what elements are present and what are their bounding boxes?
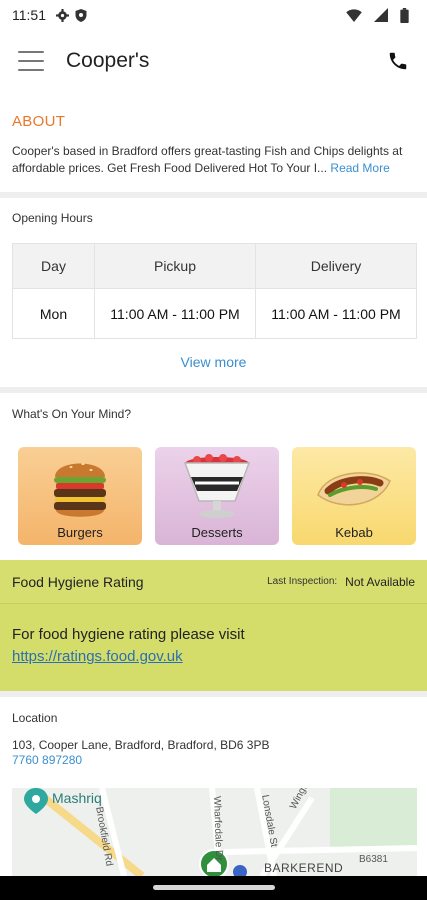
header-pickup: Pickup — [94, 243, 256, 289]
menu-icon[interactable] — [18, 51, 44, 71]
section-divider — [0, 691, 427, 697]
cell-signal-icon — [374, 8, 388, 22]
hygiene-header: Food Hygiene Rating Last Inspection: Not… — [0, 560, 427, 604]
hygiene-rating-link[interactable]: https://ratings.food.gov.uk — [12, 646, 415, 668]
whats-on-your-mind-title: What's On Your Mind? — [12, 407, 132, 421]
wifi-icon — [346, 8, 362, 22]
cell-delivery: 11:00 AM - 11:00 PM — [255, 288, 417, 339]
settings-gear-icon — [56, 8, 69, 22]
section-divider — [0, 387, 427, 393]
read-more-link[interactable]: Read More — [330, 161, 389, 175]
hygiene-text: For food hygiene rating please visit — [12, 626, 245, 643]
category-label: Burgers — [57, 525, 103, 540]
kebab-icon — [314, 465, 394, 522]
shield-icon — [75, 8, 87, 22]
view-more-link[interactable]: View more — [0, 354, 427, 370]
last-inspection-label: Last Inspection: — [267, 576, 338, 587]
category-card-desserts[interactable]: Desserts — [155, 447, 279, 545]
hygiene-body: For food hygiene rating please visit htt… — [0, 604, 427, 668]
hygiene-title: Food Hygiene Rating — [12, 573, 144, 590]
category-label: Kebab — [335, 525, 373, 540]
about-section: ABOUT Cooper's based in Bradford offers … — [0, 105, 427, 177]
section-divider — [0, 192, 427, 198]
location-phone-link[interactable]: 7760 897280 — [12, 753, 82, 767]
opening-hours-title: Opening Hours — [12, 211, 93, 225]
app-bar: Cooper's — [0, 30, 427, 92]
location-map[interactable]: Mashriq Brookfield Rd Wharfedale Dr Lons… — [12, 788, 417, 876]
header-day: Day — [12, 243, 95, 289]
last-inspection-value: Not Available — [345, 574, 415, 589]
map-street-label: Wharfedale Dr — [211, 796, 225, 861]
category-label: Desserts — [191, 525, 243, 540]
burger-icon — [51, 453, 109, 528]
location-address: 103, Cooper Lane, Bradford, Bradford, BD… — [12, 738, 270, 752]
cell-pickup: 11:00 AM - 11:00 PM — [94, 288, 256, 339]
about-description: Cooper's based in Bradford offers great-… — [12, 143, 415, 177]
phone-call-icon[interactable] — [387, 50, 409, 72]
system-nav-bar — [0, 876, 427, 900]
location-title: Location — [12, 711, 58, 725]
battery-icon — [400, 7, 409, 23]
category-card-burgers[interactable]: Burgers — [18, 447, 142, 545]
opening-hours-table: Day Pickup Delivery Mon 11:00 AM - 11:00… — [12, 243, 417, 339]
dessert-icon — [179, 453, 255, 524]
cell-day: Mon — [12, 288, 95, 339]
table-row: Mon 11:00 AM - 11:00 PM 11:00 AM - 11:00… — [12, 288, 417, 339]
map-road-label: B6381 — [359, 854, 388, 865]
about-heading: ABOUT — [12, 113, 66, 130]
map-label-mashriq: Mashriq — [52, 790, 102, 806]
status-time: 11:51 — [12, 7, 46, 23]
app-title: Cooper's — [66, 49, 150, 72]
food-hygiene-section: Food Hygiene Rating Last Inspection: Not… — [0, 560, 427, 691]
map-area-label: BARKEREND — [264, 861, 344, 875]
status-bar: 11:51 — [0, 0, 427, 30]
table-header-row: Day Pickup Delivery — [12, 243, 417, 289]
header-delivery: Delivery — [255, 243, 417, 289]
home-gesture-handle[interactable] — [153, 885, 275, 890]
category-card-kebab[interactable]: Kebab — [292, 447, 416, 545]
